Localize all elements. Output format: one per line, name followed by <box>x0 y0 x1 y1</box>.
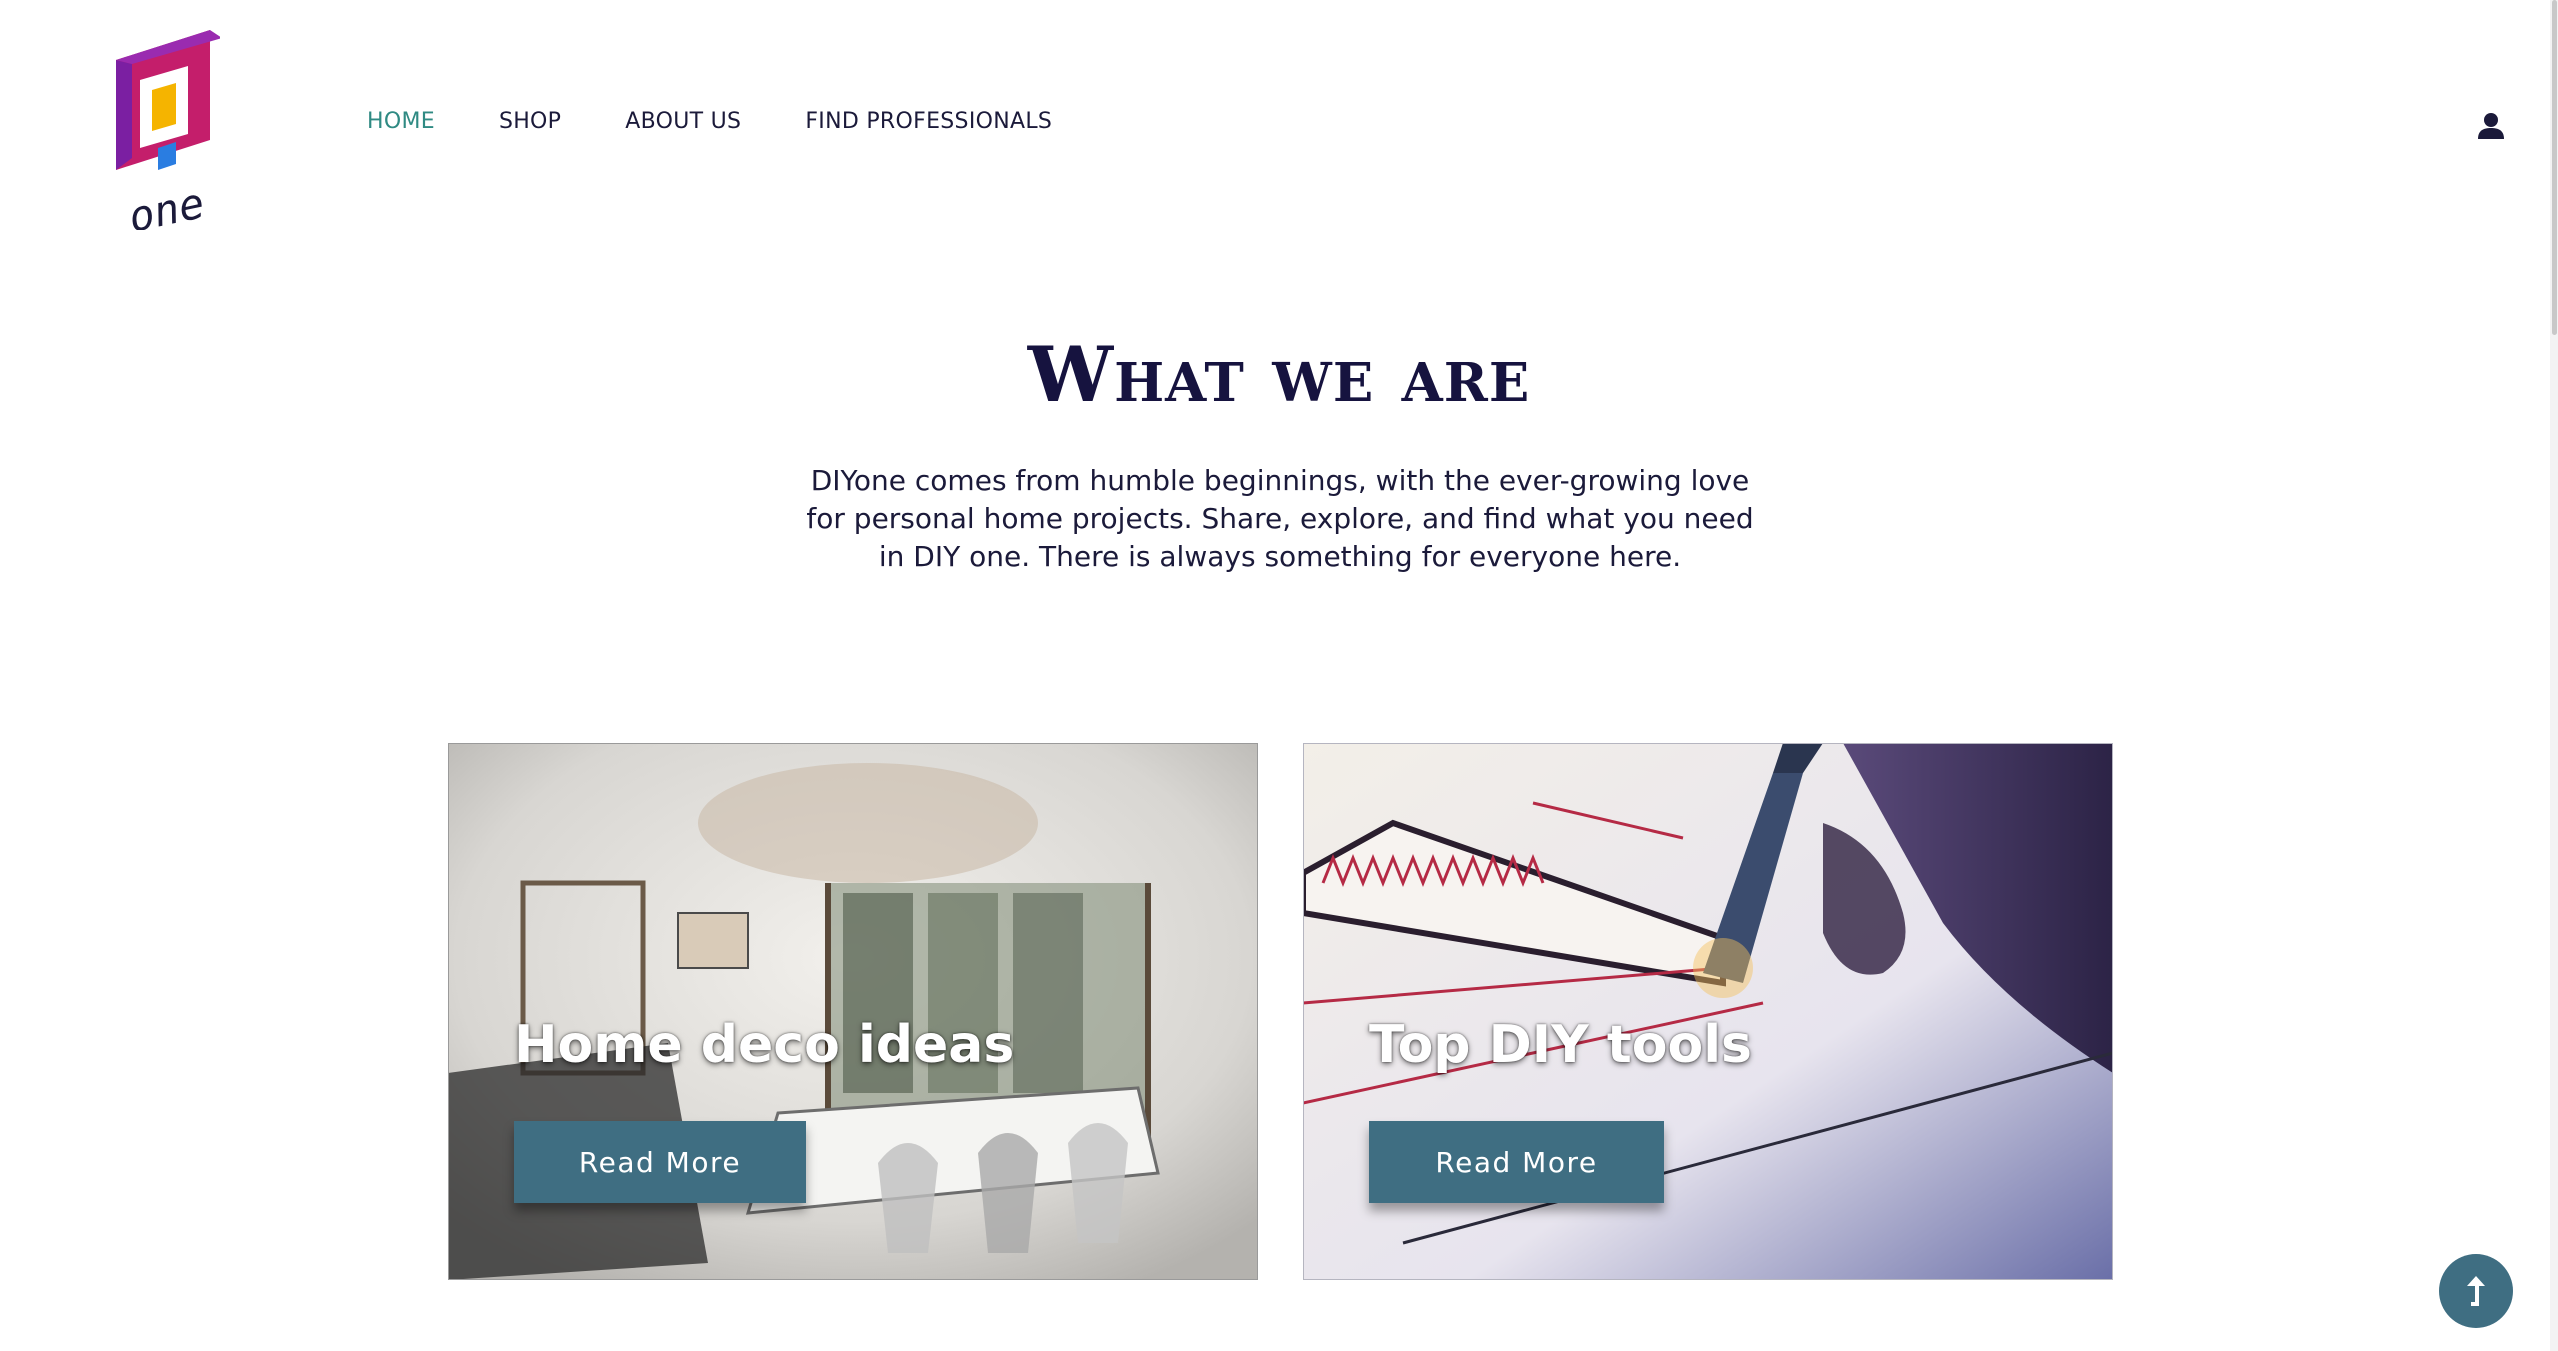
main-nav: HOME SHOP ABOUT US FIND PROFESSIONALS <box>367 109 1052 134</box>
back-to-top-button[interactable] <box>2439 1254 2513 1328</box>
intro-paragraph: DIYone comes from humble beginnings, wit… <box>806 464 1754 573</box>
arrow-up-icon <box>2467 1276 2485 1306</box>
nav-find-professionals[interactable]: FIND PROFESSIONALS <box>805 109 1052 134</box>
nav-shop[interactable]: SHOP <box>499 109 561 134</box>
page: one HOME SHOP ABOUT US FIND PROFESSIONAL… <box>0 0 2558 1351</box>
card-title: Home deco ideas <box>514 1015 1015 1075</box>
user-icon[interactable] <box>2476 111 2506 141</box>
read-more-button[interactable]: Read More <box>514 1121 806 1203</box>
diyone-logo[interactable]: one <box>110 30 220 230</box>
logo-wordmark: one <box>124 178 208 230</box>
nav-home[interactable]: HOME <box>367 109 435 134</box>
scrollbar-track[interactable] <box>2550 0 2558 1351</box>
page-title: What we are <box>1027 330 1531 419</box>
nav-about-us[interactable]: ABOUT US <box>625 109 741 134</box>
read-more-button[interactable]: Read More <box>1369 1121 1664 1203</box>
card-title: Top DIY tools <box>1369 1015 1752 1075</box>
scrollbar-thumb[interactable] <box>2552 0 2557 335</box>
card-home-deco: Home deco ideas Read More <box>448 743 1258 1280</box>
card-diy-tools: Top DIY tools Read More <box>1303 743 2113 1280</box>
